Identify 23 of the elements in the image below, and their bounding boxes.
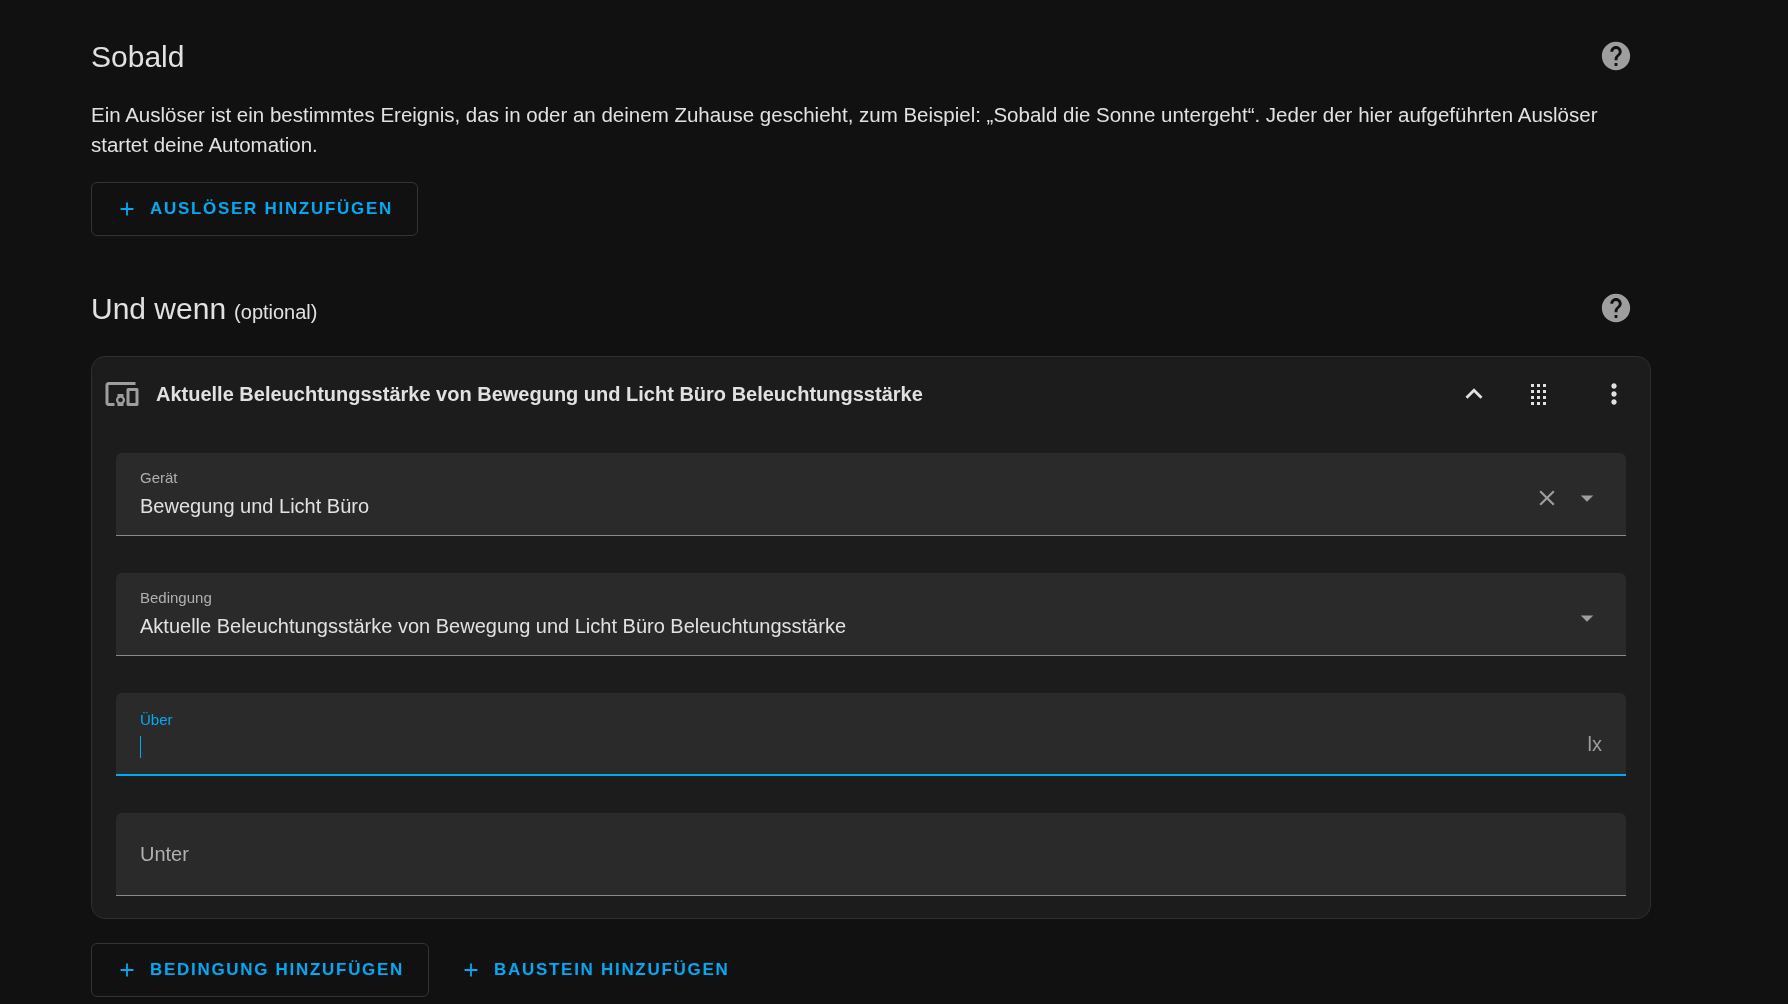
unit-suffix: lx (1587, 731, 1602, 757)
help-icon[interactable] (1599, 39, 1633, 73)
section-title: Und wenn (91, 290, 227, 327)
field-label: Gerät (140, 467, 179, 488)
field-label: Unter (140, 842, 190, 867)
add-button[interactable]: BEDINGUNG HINZUFÜGEN (91, 943, 430, 997)
select-field[interactable]: Gerät Bewegung und Licht Büro (116, 453, 1626, 536)
help-icon[interactable] (1599, 291, 1633, 325)
text-cursor (140, 735, 141, 758)
optional-label: (optional) (234, 299, 318, 325)
field-value: Bewegung und Licht Büro (140, 494, 371, 520)
section-description: Ein Auslöser ist ein bestimmtes Ereignis, das in oder an deinem Zuhause geschieht, zum Beispiel: „Sobald die Sonne untergeht“. Jeder der hier aufgeführten Auslöser startet deine Automation. (91, 102, 1599, 158)
field-value: Aktuelle Beleuchtungsstärke von Bewegung und Licht Büro Beleuchtungsstärke (140, 614, 847, 640)
select-field[interactable]: Bedingung Aktuelle Beleuchtungsstärke von Bewegung und Licht Büro Beleuchtungsstärke (116, 573, 1626, 656)
section-title: Sobald (91, 38, 185, 75)
drag-handle-icon[interactable] (1531, 383, 1546, 405)
field-label: Über (140, 710, 174, 731)
card-title: Aktuelle Beleuchtungsstärke von Bewegung und Licht Büro Beleuchtungsstärke (156, 382, 924, 407)
field-label: Bedingung (140, 587, 213, 608)
add-button[interactable]: BAUSTEIN HINZUFÜGEN (435, 943, 755, 997)
input-field[interactable]: Unter (116, 813, 1626, 896)
input-field[interactable]: Über lx (116, 693, 1626, 776)
add-button[interactable]: AUSLÖSER HINZUFÜGEN (91, 182, 418, 236)
